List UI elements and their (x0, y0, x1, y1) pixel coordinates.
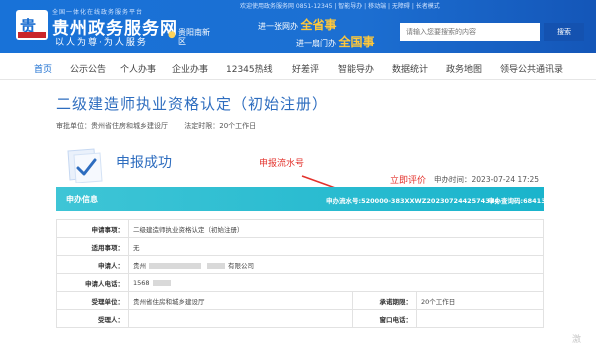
item-meta: 审批单位：贵州省住房和城乡建设厅 法定时限：20个工作日 (56, 121, 270, 131)
row-label: 受理人： (56, 309, 129, 328)
row-value: 贵州省住房和城乡建设厅 (128, 291, 353, 310)
flow-number: 申办流水号:520000-383XXWZ2023072442574324 (326, 197, 499, 205)
row-value: 贵州 有限公司 (128, 255, 544, 274)
redacted-block (152, 279, 171, 286)
nav-item-announcements[interactable]: 公示公告 (70, 62, 106, 75)
service-line-1-prefix: 进一张网办 (258, 22, 298, 31)
nav-item-evaluation[interactable]: 好差评 (292, 62, 319, 75)
nav-item-map[interactable]: 政务地图 (446, 62, 482, 75)
flow-number-annotation: 申报流水号 (259, 159, 305, 169)
apply-time: 申办时间：2023-07-24 17:25 (434, 175, 540, 184)
success-message: 申报成功 (116, 155, 172, 171)
check-document-icon (67, 148, 103, 183)
nav-item-directory[interactable]: 领导公共通讯录 (500, 62, 563, 75)
table-row: 受理单位： 贵州省住房和城乡建设厅 承诺期限： 20个工作日 (56, 291, 544, 310)
site-header: 贵 全国一体化在线政务服务平台 贵州政务服务网 以人为尊·为人服务 ● 贵阳南新… (0, 0, 596, 53)
application-info-bar: 申办信息 申办流水号:520000-383XXWZ202307244257432… (56, 187, 550, 211)
service-line-1: 进一张网办 全省事 (258, 16, 337, 33)
service-line-2-highlight: 全国事 (338, 35, 375, 49)
nav-item-hotline[interactable]: 12345热线 (226, 62, 273, 75)
service-line-2-prefix: 进一扇门办 (296, 39, 336, 48)
main-nav: 首页 公示公告 个人办事 企业办事 12345热线 好差评 智能导办 数据统计 … (0, 53, 596, 80)
site-logo[interactable]: 贵 (16, 10, 48, 40)
search-button[interactable]: 搜索 (544, 23, 584, 41)
redacted-block (207, 262, 225, 269)
table-row: 申请人电话： 1568 (56, 273, 544, 292)
row-value: 无 (128, 237, 544, 256)
approval-unit: 审批单位：贵州省住房和城乡建设厅 (56, 122, 168, 130)
region-switcher[interactable]: 贵阳南新区 (178, 28, 216, 46)
redacted-block (149, 262, 201, 269)
service-slogan: 进一张网办 全省事 进一扇门办 全国事 (254, 12, 380, 50)
row-label-2: 承诺期限： (352, 291, 417, 310)
application-details-table: 申请事项： 二级建造师执业资格认定（初始注册） 适用事项： 无 申请人： 贵州 有… (56, 219, 544, 328)
row-label: 申请事项： (56, 219, 129, 238)
row-label: 申请人： (56, 255, 129, 274)
row-value-2: 20个工作日 (416, 291, 544, 310)
row-value: 二级建造师执业资格认定（初始注册） (128, 219, 544, 238)
service-line-2: 进一扇门办 全国事 (296, 33, 375, 50)
nav-item-statistics[interactable]: 数据统计 (392, 62, 428, 75)
row-label-2: 窗口电话： (352, 309, 417, 328)
page: 贵 全国一体化在线政务服务平台 贵州政务服务网 以人为尊·为人服务 ● 贵阳南新… (0, 0, 596, 356)
table-row: 申请事项： 二级建造师执业资格认定（初始注册） (56, 219, 544, 238)
applicant-suffix: 有限公司 (228, 261, 254, 270)
watermark: 激 (572, 335, 582, 345)
location-icon: ● (168, 30, 176, 40)
query-code: 申办查询码:684139 (488, 197, 551, 205)
phone-prefix: 1568 (133, 278, 150, 287)
table-row: 受理人： 窗口电话： (56, 309, 544, 328)
nav-item-home[interactable]: 首页 (34, 62, 52, 75)
table-row: 申请人： 贵州 有限公司 (56, 255, 544, 274)
row-value: 1568 (128, 273, 544, 292)
nav-item-enterprise[interactable]: 企业办事 (172, 62, 208, 75)
nav-item-personal[interactable]: 个人办事 (120, 62, 156, 75)
row-value (128, 309, 353, 328)
page-title: 二级建造师执业资格认定（初始注册） (56, 95, 329, 113)
rate-now-link[interactable]: 立即评价 (390, 173, 426, 186)
row-label: 适用事项： (56, 237, 129, 256)
search-input[interactable] (400, 23, 540, 41)
row-label: 受理单位： (56, 291, 129, 310)
applicant-prefix: 贵州 (133, 261, 146, 270)
time-limit: 法定时限：20个工作日 (184, 122, 257, 130)
top-links: 欢迎使用政务服务网 0851-12345 | 智能导办 | 移动端 | 无障碍 … (240, 1, 440, 10)
row-label: 申请人电话： (56, 273, 129, 292)
nav-item-guide[interactable]: 智能导办 (338, 62, 374, 75)
table-row: 适用事项： 无 (56, 237, 544, 256)
logo-tag (18, 32, 46, 38)
service-line-1-highlight: 全省事 (300, 18, 337, 32)
brand-slogan: 以人为尊·为人服务 (55, 38, 148, 48)
top-links-text[interactable]: 欢迎使用政务服务网 0851-12345 | 智能导办 | 移动端 | 无障碍 … (240, 3, 440, 10)
row-value-2 (416, 309, 544, 328)
info-bar-label: 申办信息 (66, 195, 98, 204)
